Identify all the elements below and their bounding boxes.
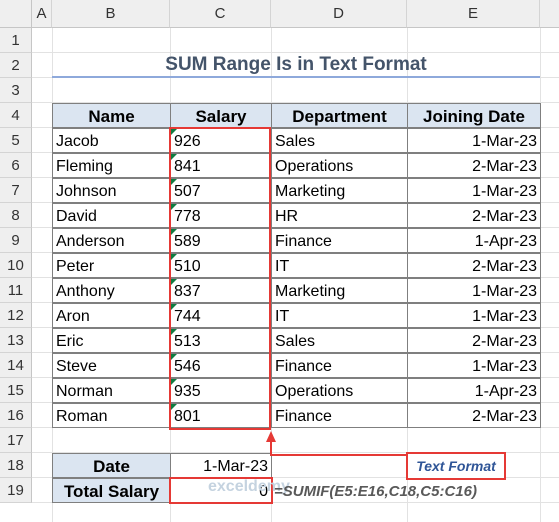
text-format-callout: Text Format [406,452,506,480]
spreadsheet: A B C D E 1 2 3 4 5 6 7 8 9 10 11 12 13 14 15 16 17 18 19 … [0,0,559,522]
formula-text: =SUMIF(E5:E16,C18,C5:C16) [274,483,477,500]
annotation-arrow [266,431,406,456]
